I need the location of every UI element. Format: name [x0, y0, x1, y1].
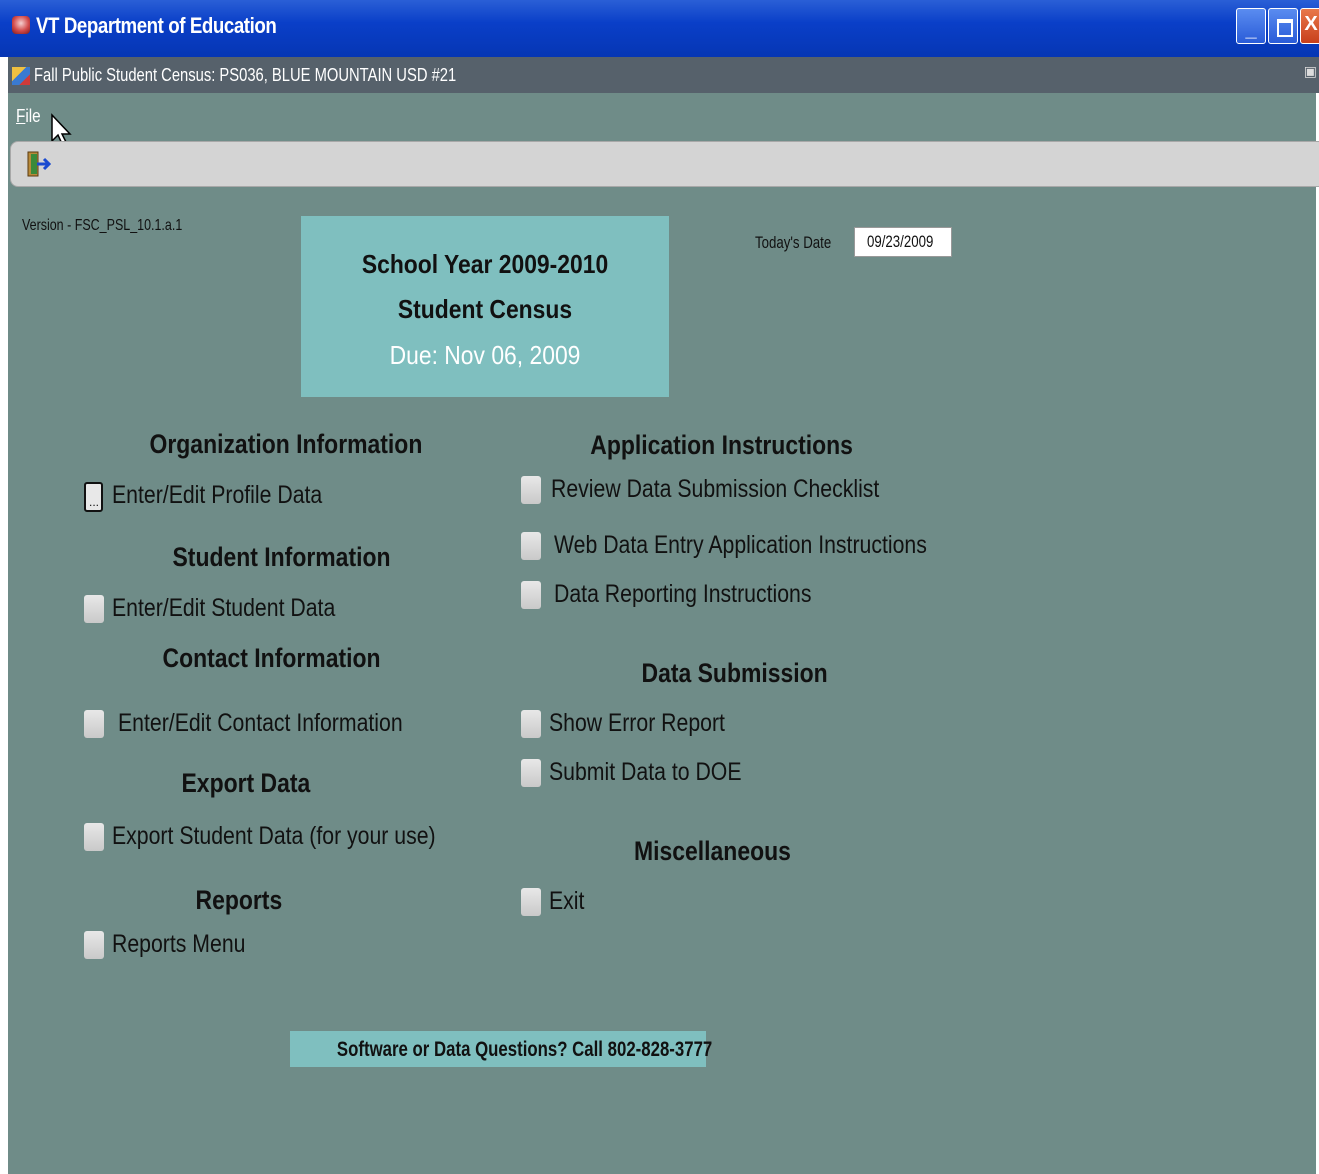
option-reporting-instructions[interactable]: Data Reporting Instructions: [521, 580, 841, 614]
checkbox-icon[interactable]: [84, 931, 104, 959]
version-label: Version - FSC_PSL_10.1.a.1: [22, 217, 183, 234]
option-label: Data Reporting Instructions: [554, 580, 812, 608]
option-edit-profile[interactable]: ... Enter/Edit Profile Data: [84, 481, 384, 515]
heading-data-submission: Data Submission: [641, 658, 828, 688]
today-date-label: Today's Date: [755, 233, 832, 252]
close-button[interactable]: X: [1300, 8, 1319, 44]
school-year-box: School Year 2009-2010 Student Census Due…: [301, 216, 669, 397]
school-year-title: School Year 2009-2010: [361, 249, 609, 279]
option-export-student[interactable]: Export Student Data (for your use): [84, 822, 444, 856]
checkbox-icon[interactable]: [521, 888, 541, 916]
option-review-checklist[interactable]: Review Data Submission Checklist: [521, 475, 881, 509]
today-date-value: 09/23/2009: [867, 232, 934, 251]
minimize-icon: _: [1245, 19, 1257, 41]
exit-door-icon[interactable]: [25, 150, 51, 178]
checkbox-icon[interactable]: [521, 581, 541, 609]
menu-bar: File: [8, 93, 1319, 148]
form-icon: [12, 67, 30, 85]
option-show-error-report[interactable]: Show Error Report: [521, 709, 761, 743]
checkbox-icon[interactable]: [84, 595, 104, 623]
option-label: Export Student Data (for your use): [112, 822, 436, 850]
checkbox-icon[interactable]: [521, 532, 541, 560]
heading-reports: Reports: [195, 885, 283, 915]
option-label: Show Error Report: [549, 709, 725, 737]
help-text: Software or Data Questions? Call 802-828…: [336, 1038, 713, 1061]
checkbox-icon[interactable]: [521, 476, 541, 504]
option-web-instructions[interactable]: Web Data Entry Application Instructions: [521, 531, 927, 565]
census-title: Student Census: [397, 294, 573, 324]
today-date-field[interactable]: 09/23/2009: [854, 227, 952, 257]
option-label: Enter/Edit Student Data: [112, 594, 336, 622]
option-label: Web Data Entry Application Instructions: [554, 531, 927, 559]
help-banner: Software or Data Questions? Call 802-828…: [290, 1031, 712, 1067]
heading-contact: Contact Information: [162, 643, 381, 673]
option-label: Enter/Edit Profile Data: [112, 481, 323, 509]
option-exit[interactable]: Exit: [521, 887, 641, 921]
option-submit-data[interactable]: Submit Data to DOE: [521, 758, 761, 792]
checkbox-icon[interactable]: [521, 759, 541, 787]
option-label: Exit: [549, 887, 585, 915]
app-window: Fall Public Student Census: PS036, BLUE …: [8, 57, 1319, 1174]
option-label: Review Data Submission Checklist: [551, 475, 880, 503]
option-reports-menu[interactable]: Reports Menu: [84, 930, 284, 964]
window-titlebar: VT Department of Education _ X: [0, 0, 1319, 57]
minimize-button[interactable]: _: [1236, 8, 1266, 44]
menu-file[interactable]: File: [16, 106, 41, 127]
form-title: Fall Public Student Census: PS036, BLUE …: [34, 65, 457, 85]
maximize-button[interactable]: [1268, 8, 1298, 44]
option-edit-contact[interactable]: Enter/Edit Contact Information: [84, 709, 424, 743]
toolbar: [10, 141, 1319, 187]
checkbox-icon[interactable]: [84, 823, 104, 851]
restore-icon[interactable]: ▣: [1304, 63, 1317, 80]
app-icon: [12, 16, 30, 34]
checkbox-icon[interactable]: [84, 710, 104, 738]
option-label: Submit Data to DOE: [549, 758, 742, 786]
window-title: VT Department of Education: [36, 13, 277, 38]
heading-export: Export Data: [181, 768, 311, 798]
option-edit-student[interactable]: Enter/Edit Student Data: [84, 594, 384, 628]
heading-miscellaneous: Miscellaneous: [634, 836, 791, 866]
heading-organization: Organization Information: [149, 429, 423, 459]
due-date: Due: Nov 06, 2009: [389, 340, 581, 370]
maximize-icon: [1277, 19, 1293, 37]
checkbox-icon[interactable]: [521, 710, 541, 738]
heading-student: Student Information: [172, 542, 391, 572]
option-label: Reports Menu: [112, 930, 246, 958]
checkbox-icon[interactable]: ...: [84, 482, 103, 512]
form-titlebar: Fall Public Student Census: PS036, BLUE …: [8, 57, 1319, 93]
close-icon: X: [1304, 13, 1318, 35]
heading-application-instructions: Application Instructions: [590, 430, 853, 460]
option-label: Enter/Edit Contact Information: [118, 709, 403, 737]
